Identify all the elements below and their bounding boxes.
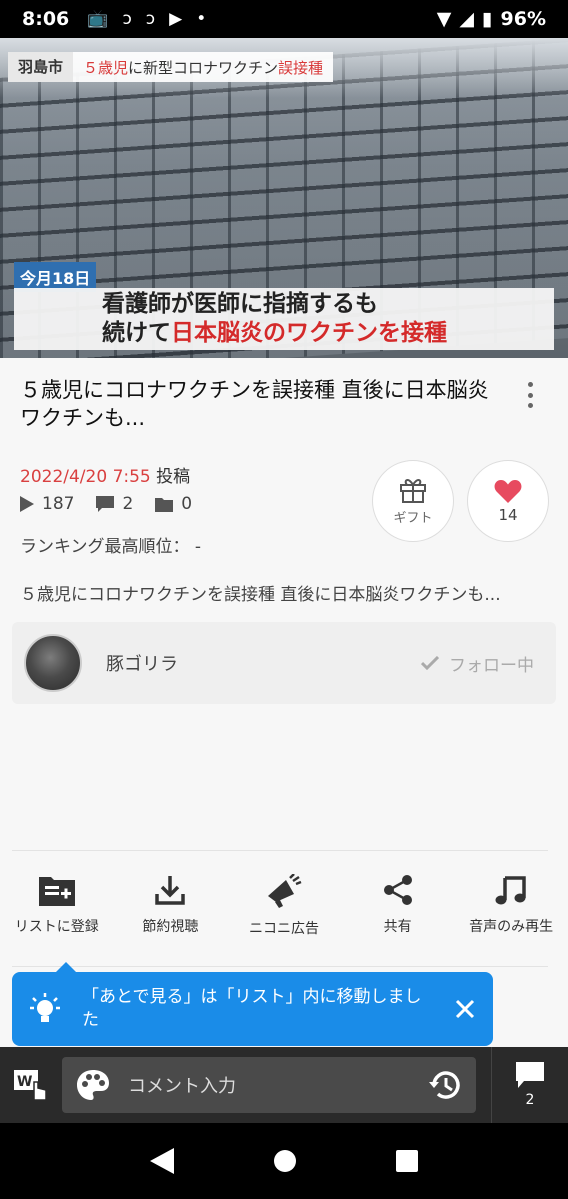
- divider: [12, 850, 548, 851]
- more-options-icon[interactable]: [520, 380, 540, 410]
- comment-bubble-icon: [516, 1062, 544, 1088]
- comment-settings-button[interactable]: W: [0, 1068, 62, 1102]
- caption-red-2: 誤接種: [278, 58, 324, 77]
- history-icon[interactable]: [428, 1069, 462, 1101]
- home-icon[interactable]: [273, 1149, 297, 1173]
- music-note-icon: [495, 876, 526, 905]
- view-count: 187: [20, 494, 74, 514]
- like-button[interactable]: 14: [467, 460, 549, 542]
- comment-icon: [96, 496, 115, 512]
- action-row: リストに登録 節約視聴 ニコニ広告 共有 音声のみ再生: [0, 874, 568, 944]
- battery-percent: 96%: [500, 8, 546, 30]
- owner-row[interactable]: 豚ゴリラ フォロー中: [12, 622, 556, 704]
- comment-tap-icon: W: [14, 1070, 47, 1101]
- ranking-info: ランキング最高順位： -: [20, 537, 202, 557]
- video-stats: 187 2 0: [20, 494, 210, 514]
- audio-only-button[interactable]: 音声のみ再生: [454, 874, 568, 944]
- palette-icon[interactable]: [76, 1069, 110, 1101]
- megaphone-icon: [267, 874, 302, 908]
- headline-line-1: 看護師が医師に指摘するも: [102, 291, 378, 317]
- svg-text:W: W: [17, 1074, 32, 1090]
- recents-icon[interactable]: [396, 1150, 419, 1172]
- gift-icon: [400, 478, 426, 503]
- lightbulb-icon: [30, 993, 60, 1022]
- gift-button[interactable]: ギフト: [372, 460, 454, 542]
- close-icon[interactable]: [455, 999, 475, 1019]
- sync-icon-2: ↄ: [145, 9, 156, 29]
- caption-dark-1: に新型コロナワクチン: [128, 58, 279, 77]
- news-headline: 看護師が医師に指摘するも 続けて日本脳炎のワクチンを接種: [14, 288, 554, 350]
- heart-icon: [494, 479, 522, 503]
- comment-placeholder[interactable]: コメント入力: [128, 1072, 236, 1098]
- wifi-icon: ▼: [436, 8, 452, 30]
- folder-icon: [155, 497, 174, 512]
- comment-count: 2: [96, 494, 133, 514]
- follow-button[interactable]: フォロー中: [421, 651, 534, 676]
- nicoad-button[interactable]: ニコニ広告: [227, 874, 341, 944]
- signal-icon: ◢: [459, 8, 475, 30]
- dot-icon: •: [196, 9, 207, 29]
- status-time: 8:06: [22, 8, 70, 30]
- system-nav-bar: [0, 1123, 568, 1199]
- news-caption-top: 羽島市 ５歳児 に新型コロナワクチン 誤接種: [8, 52, 334, 82]
- mylist-count: 0: [155, 494, 192, 514]
- back-icon[interactable]: [149, 1148, 174, 1174]
- toast-notification: 「あとで見る」は「リスト」内に移動しました: [12, 962, 493, 1046]
- video-title: ５歳児にコロナワクチンを誤接種 直後に日本脳炎ワクチンも...: [20, 378, 489, 430]
- toast-message: 「あとで見る」は「リスト」内に移動しました: [82, 987, 422, 1030]
- save-data-viewing-button[interactable]: 節約視聴: [114, 874, 228, 944]
- comment-list-count: 2: [525, 1092, 535, 1108]
- posted-info: 2022/4/20 7:55 投稿: [20, 462, 190, 487]
- comment-input[interactable]: コメント入力: [62, 1057, 476, 1113]
- headline-line-2: 続けて日本脳炎のワクチンを接種: [102, 320, 447, 346]
- tv-icon: 📺: [87, 9, 109, 29]
- play-icon: [20, 496, 34, 512]
- playlist-add-icon: [38, 877, 75, 906]
- comment-list-button[interactable]: 2: [491, 1047, 568, 1123]
- download-icon: [155, 876, 186, 905]
- caption-red-1: ５歳児: [83, 58, 129, 77]
- status-bar: 8:06 📺 ↄ ↄ ▶ • ▼ ◢ ▮ 96%: [0, 0, 568, 38]
- video-description[interactable]: ５歳児にコロナワクチンを誤接種 直後に日本脳炎ワクチンも...: [20, 580, 550, 605]
- youtube-icon: ▶: [169, 9, 183, 29]
- share-button[interactable]: 共有: [341, 874, 455, 944]
- share-icon: [383, 875, 412, 905]
- sync-icon: ↄ: [122, 9, 132, 29]
- video-player[interactable]: 羽島市 ５歳児 に新型コロナワクチン 誤接種 今月18日 看護師が医師に指摘する…: [0, 38, 568, 358]
- posted-label: 投稿: [156, 467, 191, 487]
- posted-date: 2022/4/20 7:55: [20, 467, 151, 487]
- gift-label: ギフト: [393, 510, 433, 526]
- comment-bar: W コメント入力 2: [0, 1047, 568, 1123]
- like-count: 14: [498, 505, 518, 524]
- caption-city: 羽島市: [8, 52, 74, 82]
- check-icon: [421, 656, 439, 670]
- battery-icon: ▮: [482, 8, 493, 30]
- owner-name[interactable]: 豚ゴリラ: [106, 650, 178, 676]
- add-to-list-button[interactable]: リストに登録: [0, 874, 114, 944]
- divider: [12, 966, 548, 967]
- follow-label: フォロー中: [449, 655, 534, 676]
- avatar[interactable]: [24, 634, 82, 692]
